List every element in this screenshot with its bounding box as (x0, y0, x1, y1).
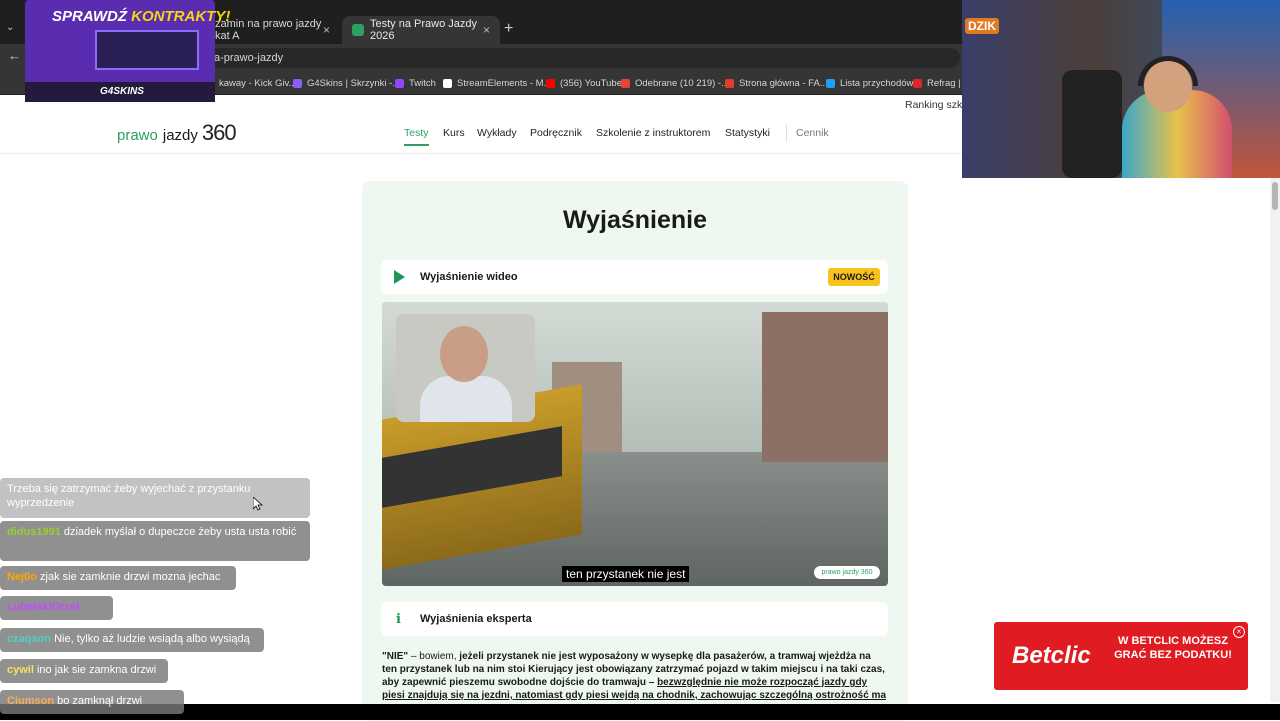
bookmark-favicon-icon (621, 78, 630, 88)
logo-jazdy: jazdy (162, 127, 198, 144)
bookmark-label: G4Skins | Skrzynki -... (307, 77, 401, 89)
chat-message: Nej0o zjak sie zamknie drzwi mozna jecha… (0, 566, 236, 590)
logo-360: 360 (201, 120, 237, 145)
nav-cennik[interactable]: Cennik (796, 127, 829, 139)
chat-message: Ciumson bo zamknął drzwi (0, 690, 184, 714)
site-logo[interactable]: prawo jazdy 360 (117, 120, 237, 146)
video-player[interactable]: ten przystanek nie jest prawo jazdy 360 (382, 302, 888, 586)
bookmark-item[interactable]: Lista przychodów (826, 74, 913, 92)
expert-text-dash: – (645, 677, 658, 688)
bookmark-favicon-icon (913, 78, 922, 88)
chat-text: dziadek myślał o dupeczce żeby usta usta… (63, 526, 297, 538)
chat-message: didus1991 dziadek myślał o dupeczce żeby… (0, 521, 310, 561)
promo-screen-image (95, 30, 199, 70)
close-ad-icon[interactable]: × (1233, 626, 1245, 638)
page-title: Wyjaśnienie (562, 206, 708, 234)
chat-text: zjak sie zamknie drzwi mozna jechac (40, 571, 221, 583)
video-watermark-logo: prawo jazdy 360 (814, 566, 880, 579)
bookmark-item[interactable]: (356) YouTube (546, 74, 622, 92)
chat-message: LubelskiOrzeł (0, 596, 113, 620)
nav-divider (786, 124, 787, 142)
chat-username: Nej0o (7, 571, 37, 583)
new-badge: NOWOŚĆ (828, 268, 880, 286)
expert-text-connector: – bowiem, (408, 651, 460, 662)
nav-szkolenie[interactable]: Szkolenie z instruktorem (596, 127, 710, 139)
bookmark-item[interactable]: StreamElements - M... (443, 74, 552, 92)
new-tab-button[interactable]: + (504, 20, 513, 38)
bookmark-item[interactable]: Odebrane (10 219) -... (621, 74, 729, 92)
nav-podrecznik[interactable]: Podręcznik (530, 127, 582, 139)
bookmark-favicon-icon (826, 78, 835, 88)
tab-tests-label: Testy na Prawo Jazdy 2026 (370, 18, 477, 42)
scrollbar-track[interactable] (1270, 178, 1280, 702)
chat-username: Ciumson (7, 695, 55, 707)
play-icon (394, 270, 405, 284)
tab-exam-label: zamin na prawo jazdy kat A (215, 18, 322, 42)
bookmark-favicon-icon (293, 78, 302, 88)
bookmark-label: Odebrane (10 219) -... (635, 77, 729, 89)
url-input[interactable]: a-prawo-jazdy (200, 48, 960, 68)
bookmark-favicon-icon (443, 78, 452, 88)
promo-title-b: KONTRAKTY! (131, 8, 231, 25)
info-icon: i (396, 612, 401, 627)
webcam-sign: DZIK (965, 18, 999, 34)
webcam-overlay: DZIK (962, 0, 1280, 178)
chat-message: czaqson Nie, tylko aż ludzie wsiądą albo… (0, 628, 264, 652)
answer-label: "NIE" (382, 651, 409, 662)
promo-brand-logo: G4SKINS (100, 86, 144, 97)
logo-prawo: prawo (117, 127, 158, 144)
bookmark-favicon-icon (725, 78, 734, 88)
back-arrow-icon[interactable]: ← (8, 48, 21, 63)
betclic-logo: Betclic (1012, 642, 1091, 669)
instructor-face (440, 326, 488, 382)
chat-username: czaqson (7, 633, 52, 645)
chat-text: Trzeba się zatrzymać żeby wyjechać z prz… (7, 483, 251, 509)
video-explanation-title: Wyjaśnienie wideo (420, 271, 518, 283)
instructor-shirt (420, 376, 512, 422)
nav-wyklady[interactable]: Wykłady (477, 127, 517, 139)
promo-title: SPRAWDŹ KONTRAKTY! (52, 8, 230, 25)
betclic-ad-text: W BETCLIC MOŻESZ GRAĆ BEZ PODATKU! (1114, 635, 1232, 661)
close-tab-icon[interactable]: × (483, 23, 490, 37)
bookmark-label: Lista przychodów (840, 77, 914, 89)
expert-explanation-text: "NIE" – bowiem, jeżeli przystanek nie je… (382, 650, 888, 702)
video-scene-building (762, 312, 888, 462)
chat-username: didus1991 (7, 526, 61, 538)
site-favicon-icon (352, 24, 364, 36)
webcam-chair (1062, 70, 1122, 178)
ranking-link[interactable]: Ranking szk (905, 99, 962, 111)
bookmark-label: StreamElements - M... (457, 77, 552, 89)
expert-explanation-title: Wyjaśnienia eksperta (420, 613, 532, 625)
chat-username: cywil (7, 664, 34, 676)
mouse-cursor-icon (253, 497, 263, 511)
bookmark-label: Twitch (409, 77, 436, 89)
bookmark-favicon-icon (395, 78, 404, 88)
chat-text: Nie, tylko aż ludzie wsiądą albo wysiądą (54, 633, 250, 645)
tab-search-chevron-icon[interactable]: ⌄ (6, 22, 22, 36)
bookmark-item[interactable]: Strona główna - FA... (725, 74, 828, 92)
bottom-bar (0, 704, 1280, 720)
bookmark-item[interactable]: G4Skins | Skrzynki -... (293, 74, 400, 92)
nav-kurs[interactable]: Kurs (443, 127, 465, 139)
bookmark-favicon-icon (546, 78, 555, 88)
chat-message: cywil ino jak sie zamkna drzwi (0, 659, 168, 683)
scrollbar-thumb[interactable] (1272, 182, 1278, 210)
bookmark-label: kaway - Kick Giv... (219, 77, 297, 89)
bookmark-label: (356) YouTube (560, 77, 622, 89)
close-tab-icon[interactable]: × (323, 23, 330, 37)
chat-username: LubelskiOrzeł (7, 601, 80, 613)
bookmark-item[interactable]: kaway - Kick Giv... (205, 74, 296, 92)
chat-text: ino jak sie zamkna drzwi (36, 664, 157, 676)
tab-tests-active[interactable]: Testy na Prawo Jazdy 2026 × (342, 16, 500, 44)
nav-statystyki[interactable]: Statystyki (725, 127, 770, 139)
bookmark-item[interactable]: Twitch (395, 74, 436, 92)
bookmark-label: Strona główna - FA... (739, 77, 828, 89)
video-subtitle: ten przystanek nie jest (562, 566, 690, 582)
chat-text: bo zamknął drzwi (57, 695, 143, 707)
promo-title-a: SPRAWDŹ (52, 8, 132, 25)
instructor-pip (396, 314, 535, 422)
nav-testy[interactable]: Testy (404, 127, 429, 146)
chat-message: Trzeba się zatrzymać żeby wyjechać z prz… (0, 478, 310, 518)
